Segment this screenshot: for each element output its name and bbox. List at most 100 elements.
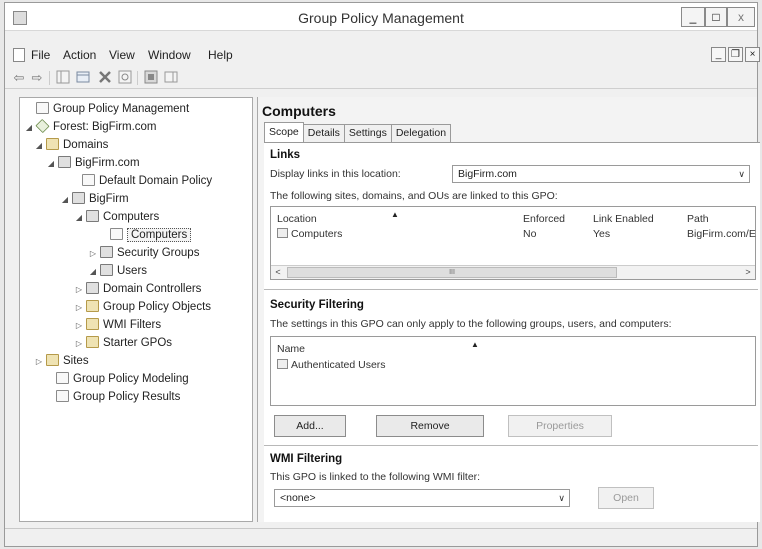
maximize-button[interactable]: □ bbox=[705, 7, 727, 27]
tree-item-domains[interactable]: ◢ Domains bbox=[34, 136, 108, 154]
tree-expander[interactable]: ▷ bbox=[74, 299, 84, 317]
domain-icon bbox=[58, 156, 71, 168]
tree-item-bigfirm-domain[interactable]: ◢ BigFirm.com bbox=[46, 154, 140, 172]
section-divider bbox=[264, 289, 758, 290]
tree-expander[interactable]: ▷ bbox=[88, 245, 98, 263]
tab-scope[interactable]: Scope bbox=[264, 122, 304, 142]
tree-expander[interactable]: ◢ bbox=[60, 191, 70, 209]
tree-item-group-policy-management[interactable]: Group Policy Management bbox=[24, 100, 189, 118]
links-list[interactable]: Location ▲ Enforced Link Enabled Path Co… bbox=[270, 206, 756, 280]
tree-item-label: BigFirm.com bbox=[75, 157, 140, 169]
security-filtering-heading: Security Filtering bbox=[270, 299, 364, 311]
security-filtering-list[interactable]: Name ▲ Authenticated Users bbox=[270, 336, 756, 406]
tree-expander[interactable]: ◢ bbox=[34, 137, 44, 155]
menu-action[interactable]: Action bbox=[63, 48, 96, 62]
scroll-right-arrow[interactable]: > bbox=[741, 266, 755, 279]
folder-icon bbox=[86, 300, 99, 312]
tree-item-forest[interactable]: ◢ Forest: BigFirm.com bbox=[24, 118, 157, 136]
tree-item-group-policy-objects[interactable]: ▷ Group Policy Objects bbox=[74, 298, 211, 316]
column-header-enforced[interactable]: Enforced bbox=[523, 213, 565, 225]
gpo-link-icon bbox=[82, 174, 95, 186]
wmi-filtering-description: This GPO is linked to the following WMI … bbox=[270, 471, 481, 483]
scroll-thumb[interactable]: III bbox=[287, 267, 617, 278]
column-header-location[interactable]: Location bbox=[277, 213, 317, 225]
tree-expander[interactable]: ▷ bbox=[74, 335, 84, 353]
link-location-cell: Computers bbox=[277, 228, 342, 240]
tree-item-group-policy-results[interactable]: Group Policy Results bbox=[44, 388, 180, 406]
tree-item-group-policy-modeling[interactable]: Group Policy Modeling bbox=[44, 370, 189, 388]
gpm-console-icon bbox=[36, 102, 49, 114]
mdi-close-button[interactable]: × bbox=[745, 47, 760, 62]
display-links-location-select[interactable]: BigFirm.com ∨ bbox=[452, 165, 750, 183]
mdi-minimize-button[interactable]: _ bbox=[711, 47, 726, 62]
tree-item-label: Security Groups bbox=[117, 247, 200, 259]
remove-button[interactable]: Remove bbox=[376, 415, 484, 437]
display-links-value: BigFirm.com bbox=[458, 168, 517, 180]
tree-item-label-selected: Computers bbox=[127, 228, 192, 242]
tree-expander[interactable]: ◢ bbox=[88, 263, 98, 281]
menu-file[interactable]: File bbox=[31, 48, 50, 62]
principal-name: Authenticated Users bbox=[291, 359, 386, 371]
wmi-filter-select[interactable]: <none> ∨ bbox=[274, 489, 570, 507]
mdi-controls: _ ❐ × bbox=[711, 47, 760, 63]
tree-expander[interactable]: ▷ bbox=[74, 317, 84, 335]
forest-icon bbox=[35, 118, 50, 134]
back-icon[interactable]: ⇦ bbox=[11, 70, 27, 86]
folder-icon bbox=[86, 336, 99, 348]
mdi-restore-button[interactable]: ❐ bbox=[728, 47, 743, 62]
tree-item-security-groups[interactable]: ▷ Security Groups bbox=[88, 244, 199, 262]
tree-item-label: BigFirm bbox=[89, 193, 129, 205]
tree-expander[interactable]: ◢ bbox=[24, 119, 34, 137]
tab-delegation[interactable]: Delegation bbox=[390, 124, 452, 142]
tree-expander[interactable]: ◢ bbox=[46, 155, 56, 173]
tree-expander[interactable]: ▷ bbox=[34, 353, 44, 371]
chevron-down-icon: ∨ bbox=[738, 169, 745, 179]
tree-item-wmi-filters[interactable]: ▷ WMI Filters bbox=[74, 316, 161, 334]
delete-icon[interactable] bbox=[97, 70, 113, 86]
menu-view[interactable]: View bbox=[109, 48, 135, 62]
status-bar bbox=[5, 528, 757, 546]
minimize-button[interactable]: _ bbox=[681, 7, 705, 27]
console-icon[interactable] bbox=[75, 70, 91, 86]
show-hide-tree-icon[interactable] bbox=[55, 70, 71, 86]
tree-item-starter-gpos[interactable]: ▷ Starter GPOs bbox=[74, 334, 172, 352]
tree-item-users[interactable]: ◢ Users bbox=[88, 262, 147, 280]
column-header-name[interactable]: Name bbox=[277, 343, 305, 355]
menu-window[interactable]: Window bbox=[148, 48, 191, 62]
help-icon[interactable] bbox=[143, 70, 159, 86]
tree-item-label: Group Policy Results bbox=[73, 391, 181, 403]
tree-item-label: Users bbox=[117, 265, 148, 277]
tree-item-label: Forest: BigFirm.com bbox=[53, 121, 157, 133]
tree-item-computers-ou[interactable]: ◢ Computers bbox=[74, 208, 159, 226]
ou-icon bbox=[86, 210, 99, 222]
title-bar[interactable]: Group Policy Management _ □ x bbox=[5, 3, 757, 31]
scroll-left-arrow[interactable]: < bbox=[271, 266, 285, 279]
open-button[interactable]: Open bbox=[598, 487, 654, 509]
close-button[interactable]: x bbox=[727, 7, 755, 27]
forward-icon[interactable]: ⇨ bbox=[29, 70, 45, 86]
show-action-pane-icon[interactable] bbox=[163, 70, 179, 86]
link-enabled-cell: Yes bbox=[593, 228, 611, 240]
tree-item-default-domain-policy[interactable]: Default Domain Policy bbox=[70, 172, 212, 190]
tab-details[interactable]: Details bbox=[302, 124, 345, 142]
column-header-link-enabled[interactable]: Link Enabled bbox=[593, 213, 654, 225]
properties-button[interactable]: Properties bbox=[508, 415, 612, 437]
tab-settings[interactable]: Settings bbox=[343, 124, 392, 142]
sort-ascending-icon: ▲ bbox=[471, 340, 479, 349]
tree-expander[interactable]: ◢ bbox=[74, 209, 84, 227]
tree-item-computers-gpo[interactable]: Computers bbox=[98, 226, 192, 244]
list-item[interactable]: Authenticated Users bbox=[277, 359, 386, 371]
tree-expander[interactable]: ▷ bbox=[74, 281, 84, 299]
refresh-icon[interactable] bbox=[117, 70, 133, 86]
folder-icon bbox=[86, 318, 99, 330]
links-horizontal-scrollbar[interactable]: < III > bbox=[271, 265, 755, 279]
menu-help[interactable]: Help bbox=[208, 48, 233, 62]
tree-item-domain-controllers[interactable]: ▷ Domain Controllers bbox=[74, 280, 201, 298]
column-header-path[interactable]: Path bbox=[687, 213, 709, 225]
sites-icon bbox=[46, 354, 59, 366]
menu-bar: File Action View Window Help _ ❐ × bbox=[5, 45, 760, 65]
tree-item-bigfirm-ou[interactable]: ◢ BigFirm bbox=[60, 190, 129, 208]
wmi-filtering-heading: WMI Filtering bbox=[270, 453, 343, 465]
tree-item-sites[interactable]: ▷ Sites bbox=[34, 352, 89, 370]
add-button[interactable]: Add... bbox=[274, 415, 346, 437]
